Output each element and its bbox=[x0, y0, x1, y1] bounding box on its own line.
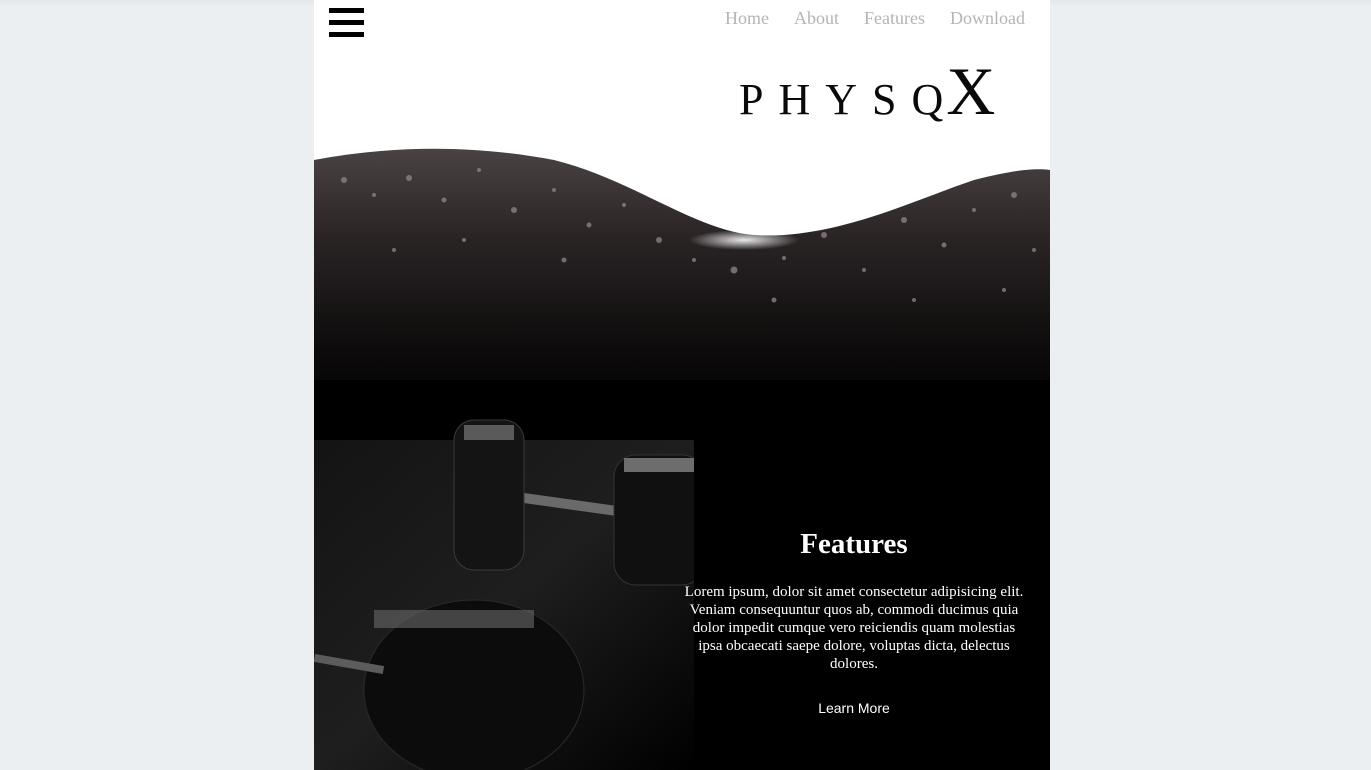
nav-download-link[interactable]: Download bbox=[950, 8, 1025, 29]
nav-home-link[interactable]: Home bbox=[725, 8, 769, 29]
features-description: Lorem ipsum, dolor sit amet consectetur … bbox=[684, 584, 1024, 672]
hamburger-bar bbox=[329, 32, 364, 37]
logo-x: X bbox=[946, 53, 996, 129]
features-title: Features bbox=[800, 528, 908, 560]
nav-features-link[interactable]: Features bbox=[864, 8, 925, 29]
logo-wordmark: PHYSQ bbox=[739, 75, 959, 124]
brand-logo[interactable]: PHYSQX bbox=[739, 52, 995, 131]
top-nav: Home About Features Download bbox=[725, 8, 1025, 29]
hamburger-bar bbox=[329, 20, 364, 25]
page: Home About Features Download PHYSQX Feat… bbox=[314, 0, 1050, 770]
features-section: Features Lorem ipsum, dolor sit amet con… bbox=[684, 528, 1024, 718]
nav-about-link[interactable]: About bbox=[794, 8, 839, 29]
learn-more-button[interactable]: Learn More bbox=[818, 700, 890, 716]
hamburger-icon[interactable] bbox=[329, 8, 364, 37]
hamburger-bar bbox=[329, 8, 364, 13]
